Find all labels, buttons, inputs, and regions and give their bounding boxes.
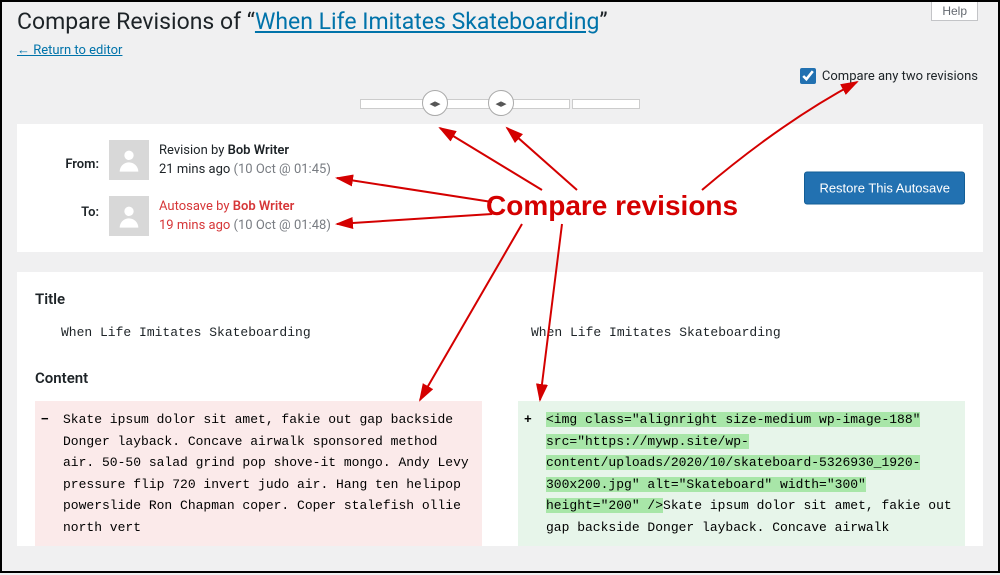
from-prefix: Revision by <box>159 143 228 158</box>
revision-slider[interactable]: ◂▸ ◂▸ <box>2 98 998 110</box>
from-revision-row: Revision by Bob Writer 21 mins ago (10 O… <box>109 136 331 184</box>
from-date: (10 Oct @ 01:45) <box>234 162 331 177</box>
diff-added-block: + <img class="alignright size-medium wp-… <box>518 401 965 546</box>
avatar-icon <box>109 196 149 236</box>
diff-deleted-block: − Skate ipsum dolor sit amet, fakie out … <box>35 401 482 546</box>
slider-handle-to[interactable]: ◂▸ <box>488 90 514 116</box>
minus-icon: − <box>41 409 49 430</box>
diff-container: Title When Life Imitates Skateboarding W… <box>17 272 983 546</box>
meta-labels: From: To: <box>17 140 109 236</box>
slider-track: ◂▸ ◂▸ <box>360 98 640 110</box>
slider-handle-from[interactable]: ◂▸ <box>422 90 448 116</box>
post-title-link[interactable]: When Life Imitates Skateboarding <box>255 8 599 35</box>
compare-any-two-label[interactable]: Compare any two revisions <box>800 68 978 84</box>
diff-title-left: When Life Imitates Skateboarding <box>61 322 495 343</box>
diff-left-text: Skate ipsum dolor sit amet, fakie out ga… <box>39 409 474 538</box>
diff-content-heading: Content <box>35 369 965 387</box>
revision-meta: From: To: Revision by Bob Writer 21 mins… <box>17 124 983 252</box>
slider-segment <box>572 99 641 109</box>
to-label: To: <box>17 188 109 236</box>
compare-any-text: Compare any two revisions <box>822 69 978 84</box>
help-button[interactable]: Help <box>931 2 978 21</box>
slider-segment <box>360 99 429 109</box>
plus-icon: + <box>524 409 532 430</box>
to-time: 19 mins ago <box>159 218 230 233</box>
page-heading: Compare Revisions of “When Life Imitates… <box>2 2 998 39</box>
heading-prefix: Compare Revisions of “ <box>17 8 255 35</box>
to-date: (10 Oct @ 01:48) <box>234 218 331 233</box>
diff-content-row: − Skate ipsum dolor sit amet, fakie out … <box>35 401 965 546</box>
from-time: 21 mins ago <box>159 162 230 177</box>
diff-title-row: When Life Imitates Skateboarding When Li… <box>35 322 965 343</box>
restore-autosave-button[interactable]: Restore This Autosave <box>804 172 965 205</box>
to-revision-row: Autosave by Bob Writer 19 mins ago (10 O… <box>109 192 331 240</box>
diff-right-text: <img class="alignright size-medium wp-im… <box>522 409 957 538</box>
heading-suffix: ” <box>599 8 607 35</box>
avatar-icon <box>109 140 149 180</box>
to-author: Bob Writer <box>233 199 295 214</box>
to-revision-info: Autosave by Bob Writer 19 mins ago (10 O… <box>159 197 331 236</box>
from-label: From: <box>17 140 109 188</box>
diff-title-right: When Life Imitates Skateboarding <box>531 322 965 343</box>
return-to-editor-link[interactable]: ← Return to editor <box>17 42 122 58</box>
from-revision-info: Revision by Bob Writer 21 mins ago (10 O… <box>159 141 331 180</box>
diff-title-heading: Title <box>35 290 965 308</box>
to-prefix: Autosave by <box>159 199 233 214</box>
compare-any-two-checkbox[interactable] <box>800 68 816 84</box>
from-author: Bob Writer <box>228 143 290 158</box>
